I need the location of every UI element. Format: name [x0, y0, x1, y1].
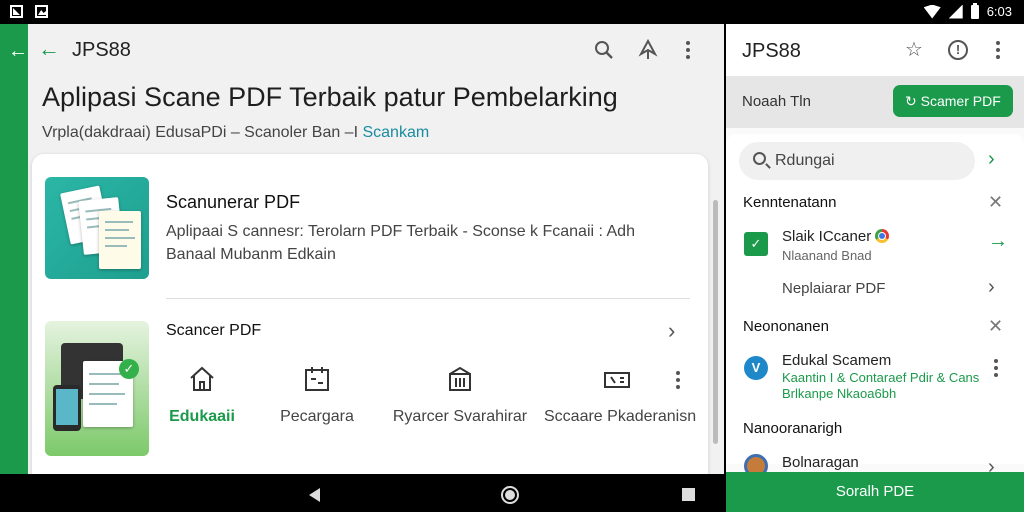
image-notification-icon — [35, 5, 48, 18]
main-panel: ← JPS88 Aplipasi Scane PDF Terbaik patur… — [28, 24, 724, 474]
back-button[interactable]: ← — [38, 36, 60, 62]
app-icon: ✓ — [744, 232, 768, 256]
band-label: Noaah Tln — [742, 93, 811, 110]
list-item-subtitle: Brlkanpe Nkaoa6bh — [782, 386, 897, 401]
navigation-bar — [0, 474, 726, 512]
subline-link[interactable]: Scankam — [362, 124, 429, 141]
status-bar: 6:03 — [0, 0, 1024, 24]
action-band: Noaah Tln ↻ Scamer PDF — [726, 76, 1024, 128]
feature-label: Ryarcer Svarahirar — [392, 408, 528, 425]
subline-text: Vrpla(dakdraai) EdusaPDi – Scanoler Ban … — [42, 124, 359, 141]
share-icon[interactable] — [636, 38, 660, 62]
refresh-icon: ↻ — [905, 93, 917, 109]
scrollbar[interactable] — [713, 200, 718, 444]
more-options-icon[interactable] — [984, 356, 1008, 380]
nav-recents-icon[interactable] — [682, 488, 695, 501]
feature-scanner[interactable]: Sccaare Pkaderanisn — [544, 364, 697, 426]
list-item-subtitle: Kaantin I & Contaraef Pdir & Cans — [782, 370, 980, 385]
main-top-bar: ← JPS88 — [28, 24, 724, 76]
more-options-icon[interactable] — [676, 368, 680, 392]
side-title: JPS88 — [742, 40, 801, 62]
list-item-subtitle: Nlaanand Bnad — [782, 248, 872, 263]
chevron-right-icon[interactable]: › — [668, 318, 675, 344]
feature-education[interactable]: Edukaaii — [166, 364, 238, 426]
search-placeholder: Rdungai — [775, 152, 835, 169]
side-list-card: Rdungai › Kenntenatann ✕ ✓ Slaik ICcaner… — [726, 134, 1024, 478]
scan-pdf-button[interactable]: ↻ Scamer PDF — [893, 85, 1013, 117]
scanner-device-thumbnail[interactable]: ✓ — [45, 321, 149, 456]
section-title: Neononanen — [743, 318, 829, 335]
list-item-title[interactable]: Slaik ICcaner — [782, 228, 890, 245]
check-badge-icon: ✓ — [119, 359, 139, 379]
arrow-right-icon[interactable]: → — [988, 230, 1008, 253]
calendar-icon — [302, 364, 332, 394]
info-icon[interactable]: ! — [948, 40, 968, 60]
feature-label: Pecargara — [280, 408, 354, 425]
close-icon[interactable]: ✕ — [988, 316, 1003, 337]
app-icon: V — [744, 356, 768, 380]
section-title: Nanooranarigh — [743, 420, 843, 437]
search-icon[interactable] — [592, 38, 616, 62]
library-icon — [445, 364, 475, 394]
bottom-action-button[interactable]: Soralh PDE — [726, 472, 1024, 512]
search-input[interactable]: Rdungai — [739, 142, 975, 180]
divider — [166, 298, 690, 299]
status-time: 6:03 — [986, 4, 1012, 19]
chrome-icon — [875, 229, 890, 243]
chevron-right-icon[interactable]: › — [988, 148, 995, 171]
page-headline: Aplipasi Scane PDF Terbaik patur Pembela… — [42, 82, 618, 112]
nav-home-icon[interactable] — [501, 486, 519, 504]
result-title-2[interactable]: Scancer PDF — [166, 322, 261, 340]
left-edge-strip: ← — [0, 24, 28, 474]
page-subline: Vrpla(dakdraai) EdusaPDi – Scanoler Ban … — [42, 124, 429, 142]
results-card: Scanunerar PDF Aplipaai S cannesr: Terol… — [32, 154, 708, 474]
scanner-app-thumbnail[interactable] — [45, 177, 149, 279]
more-options-icon[interactable] — [676, 38, 700, 62]
search-icon — [753, 152, 766, 165]
feature-label: Edukaaii — [169, 408, 235, 425]
feature-library[interactable]: Ryarcer Svarahirar — [390, 364, 530, 426]
more-options-icon[interactable] — [986, 38, 1010, 62]
notification-icon — [10, 5, 23, 18]
chevron-right-icon[interactable]: › — [988, 276, 995, 299]
feature-calendar[interactable]: Pecargara — [278, 364, 356, 426]
battery-icon — [970, 2, 979, 19]
scan-pdf-button-label: Scamer PDF — [920, 93, 1001, 109]
main-title: JPS88 — [72, 39, 131, 61]
signal-icon — [948, 4, 963, 19]
result-title-1[interactable]: Scanunerar PDF — [166, 192, 300, 213]
close-icon[interactable]: ✕ — [988, 192, 1003, 213]
wifi-icon — [923, 4, 941, 19]
nav-back-icon[interactable] — [309, 488, 320, 502]
list-item-title[interactable]: Edukal Scamem — [782, 352, 891, 369]
list-link[interactable]: Neplaiarar PDF — [782, 280, 885, 297]
back-arrow-icon[interactable]: ← — [8, 40, 28, 63]
home-icon — [187, 364, 217, 394]
star-icon[interactable]: ☆ — [902, 38, 926, 62]
side-panel: JPS88 ☆ ! Noaah Tln ↻ Scamer PDF Rdungai… — [726, 24, 1024, 512]
section-title: Kenntenatann — [743, 194, 837, 211]
side-top-bar: JPS88 ☆ ! — [726, 24, 1024, 76]
result-description-1: Aplipaai S cannesr: Terolarn PDF Terbaik… — [166, 223, 635, 263]
scanner-icon — [602, 364, 632, 394]
feature-label: Sccaare Pkaderanisn — [544, 408, 697, 425]
list-item-title-text: Slaik ICcaner — [782, 228, 872, 245]
list-item-title[interactable]: Bolnaragan — [782, 454, 859, 471]
